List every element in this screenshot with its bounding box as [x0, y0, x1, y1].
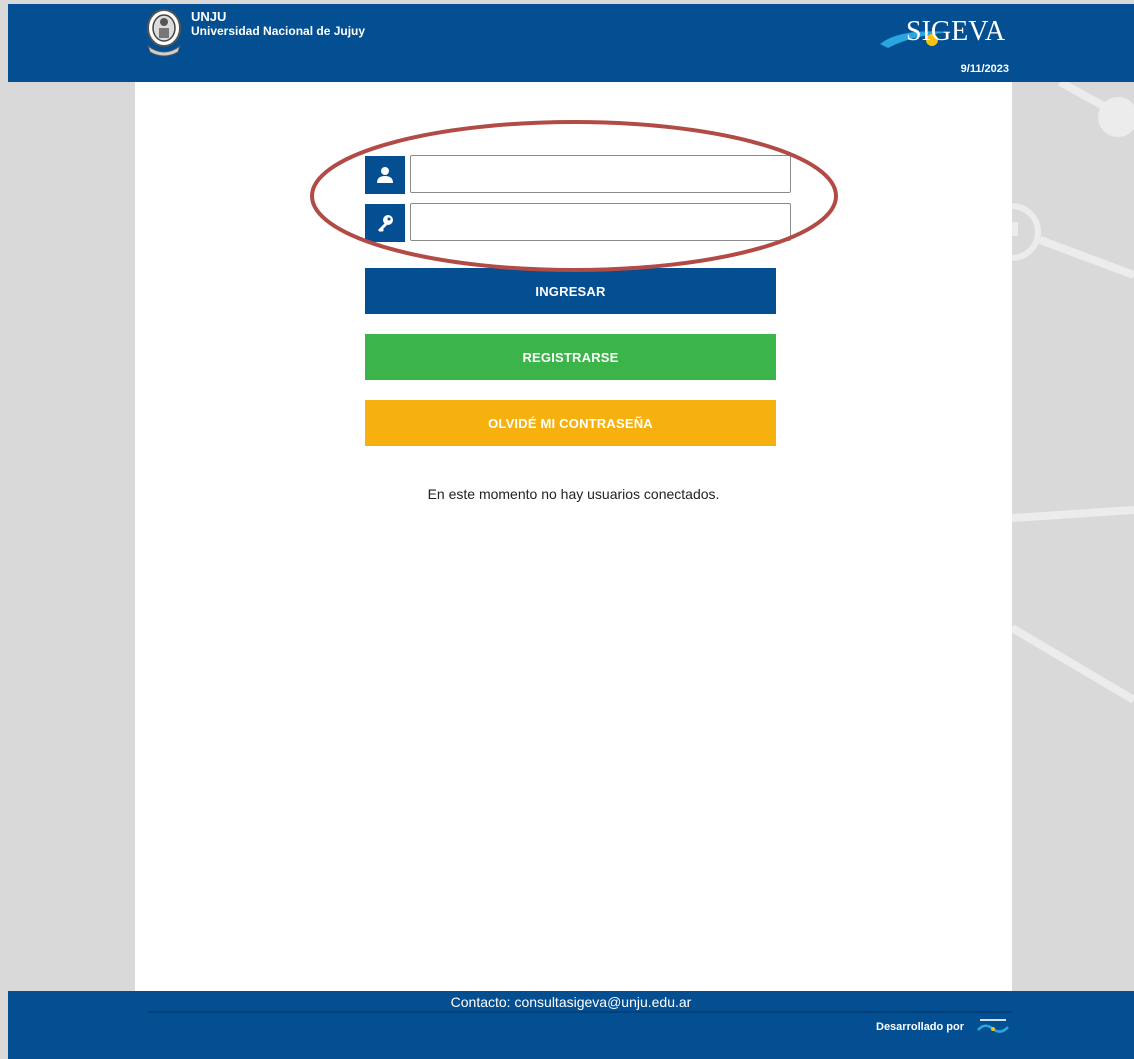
university-abbreviation: UNJU — [191, 9, 227, 24]
user-icon — [365, 156, 405, 194]
university-seal-icon — [147, 9, 181, 57]
register-button[interactable]: REGISTRARSE — [365, 334, 776, 380]
university-name: Universidad Nacional de Jujuy — [191, 24, 366, 38]
main-content: INGRESAR REGISTRARSE OLVIDÉ MI CONTRASEÑ… — [135, 82, 1012, 991]
developed-by-text: Desarrollado por — [876, 1021, 965, 1033]
sigeva-brand-text: SIGEVA — [906, 16, 1006, 47]
key-icon — [365, 204, 405, 242]
sigeva-logo: SIGEVA — [880, 16, 1006, 48]
footer-bar: Contacto: consultasigeva@unju.edu.ar Des… — [8, 991, 1134, 1059]
header-bar: UNJU Universidad Nacional de Jujuy SIGEV… — [8, 4, 1134, 82]
password-input[interactable] — [410, 203, 791, 241]
footer-divider — [148, 1011, 1012, 1013]
contact-text: Contacto: consultasigeva@unju.edu.ar — [450, 994, 692, 1010]
connected-users-status: En este momento no hay usuarios conectad… — [427, 486, 720, 502]
username-row — [365, 155, 791, 195]
conicet-logo — [977, 1019, 1009, 1033]
forgot-password-button[interactable]: OLVIDÉ MI CONTRASEÑA — [365, 400, 776, 446]
username-input[interactable] — [410, 155, 791, 193]
current-date: 9/11/2023 — [960, 63, 1009, 75]
login-button[interactable]: INGRESAR — [365, 268, 776, 314]
password-row — [365, 203, 791, 243]
